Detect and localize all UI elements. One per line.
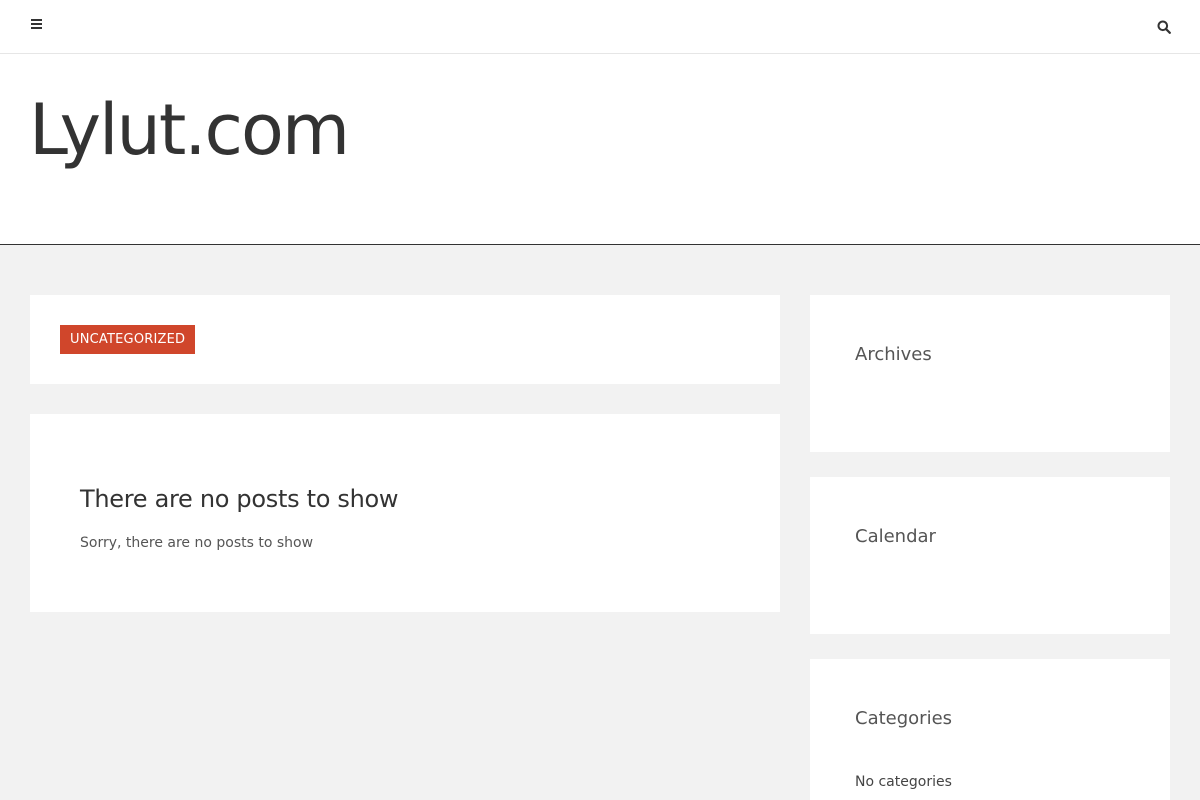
category-header-card: UNCATEGORIZED — [30, 295, 780, 384]
site-header: Lylut.com — [0, 54, 1200, 245]
categories-widget: Categories No categories — [810, 659, 1170, 800]
category-badge[interactable]: UNCATEGORIZED — [60, 325, 196, 354]
site-title[interactable]: Lylut.com — [29, 88, 350, 172]
no-categories-text: No categories — [855, 774, 952, 790]
calendar-widget-title: Calendar — [855, 526, 936, 547]
search-icon[interactable] — [1157, 20, 1171, 34]
no-posts-title: There are no posts to show — [80, 485, 399, 513]
categories-widget-title: Categories — [855, 708, 953, 729]
no-posts-card: There are no posts to show Sorry, there … — [30, 414, 780, 612]
no-posts-message: Sorry, there are no posts to show — [80, 535, 314, 551]
calendar-widget: Calendar — [810, 477, 1170, 634]
archives-widget: Archives — [810, 295, 1170, 452]
top-bar — [0, 0, 1200, 54]
archives-widget-title: Archives — [855, 344, 932, 365]
hamburger-menu-icon[interactable] — [31, 19, 42, 29]
